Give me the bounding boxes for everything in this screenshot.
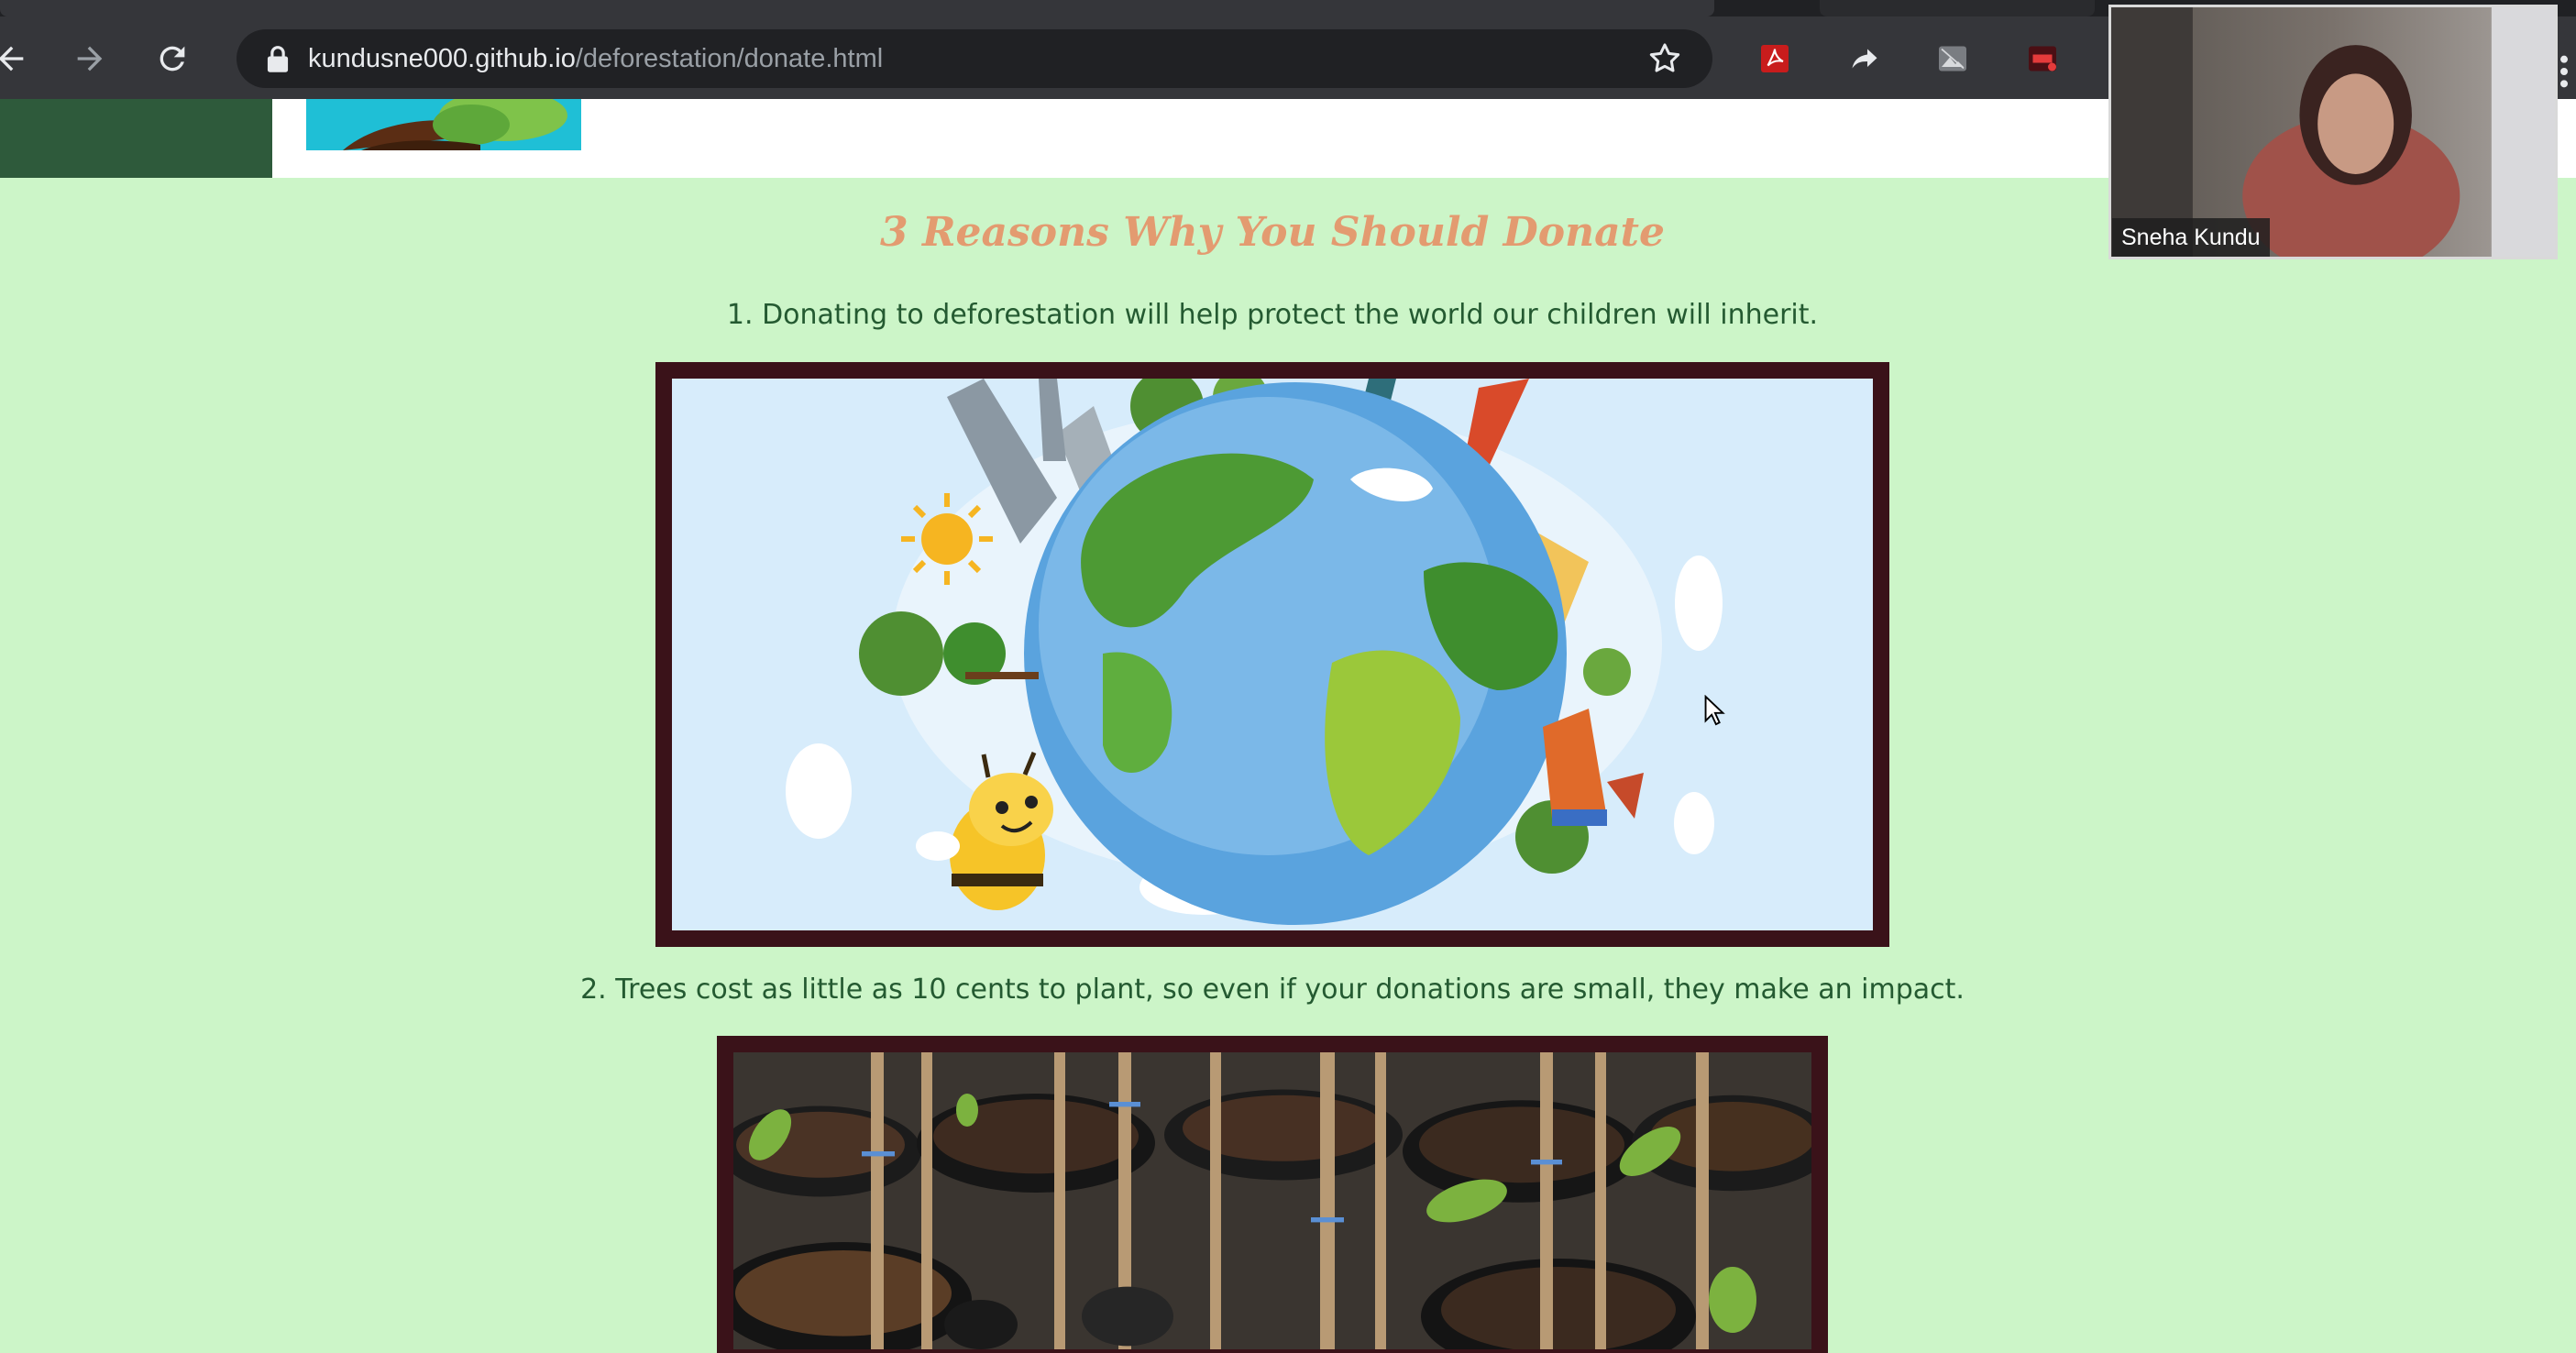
back-button[interactable] — [0, 35, 35, 82]
forward-arrow-icon — [77, 46, 103, 72]
kebab-menu-icon[interactable] — [2558, 53, 2570, 90]
reason-1-text: 1. Donating to deforestation will help p… — [726, 299, 1819, 331]
url-host: kundusne000.github.io — [308, 44, 576, 73]
bookmark-star-icon[interactable] — [1646, 40, 1683, 77]
site-logo[interactable] — [306, 99, 581, 150]
reason-2-text: 2. Trees cost as little as 10 cents to p… — [580, 974, 1965, 1006]
sio-extension-icon — [2029, 46, 2056, 72]
address-bar[interactable]: kundusne000.github.io/deforestation/dona… — [237, 29, 1712, 88]
lock-icon — [267, 46, 289, 72]
forward-button[interactable] — [66, 35, 114, 82]
pdf-extension-button[interactable] — [1758, 42, 1791, 75]
active-tab[interactable] — [0, 0, 1714, 16]
mouse-cursor-icon — [1704, 695, 1725, 726]
pdf-extension-icon — [1761, 45, 1789, 72]
image-extension-icon — [1939, 46, 1966, 72]
back-arrow-icon — [0, 46, 24, 72]
url-text: kundusne000.github.io/deforestation/dona… — [308, 29, 883, 88]
reload-icon — [160, 46, 185, 72]
share-extension-button[interactable] — [1848, 42, 1881, 75]
url-path: /deforestation/donate.html — [575, 44, 884, 73]
participant-name-label: Sneha Kundu — [2112, 218, 2270, 257]
image-extension-button[interactable] — [1936, 42, 1969, 75]
tree-logo-image — [306, 99, 581, 150]
earth-illustration-image — [672, 379, 1873, 930]
background-tab[interactable] — [1820, 0, 2095, 16]
share-extension-icon — [1852, 49, 1877, 69]
sio-extension-button[interactable] — [2026, 42, 2059, 75]
earth-illustration-frame — [655, 362, 1889, 947]
reload-button[interactable] — [149, 35, 196, 82]
seedlings-photo-image — [733, 1052, 1811, 1349]
seedlings-photo-frame — [717, 1036, 1828, 1353]
